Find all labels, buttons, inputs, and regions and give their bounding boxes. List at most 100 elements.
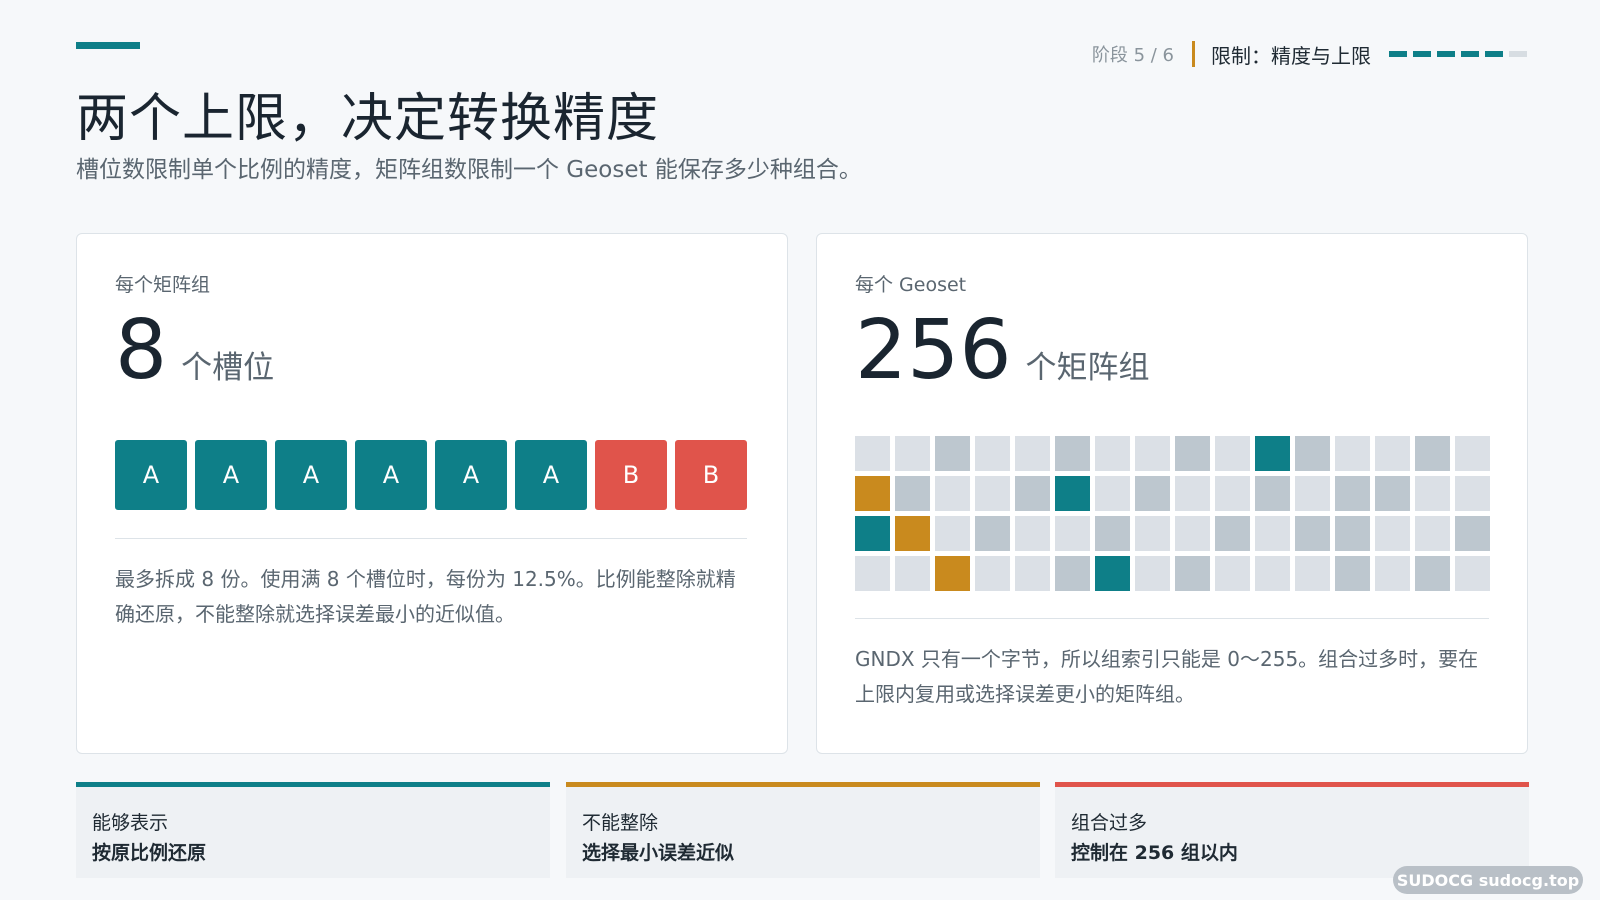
matrix-group-cell	[1415, 516, 1450, 551]
matrix-group-cell	[1255, 556, 1290, 591]
matrix-group-cell	[1055, 476, 1090, 511]
matrix-group-cell	[935, 476, 970, 511]
matrix-group-cell	[855, 516, 890, 551]
summary-key: 能够表示	[92, 812, 169, 834]
summary-key: 不能整除	[582, 812, 659, 834]
matrix-group-cell	[1335, 436, 1370, 471]
matrix-group-cell	[1295, 556, 1330, 591]
accent-bar	[76, 42, 140, 49]
slot-a: A	[115, 440, 187, 510]
matrix-group-cell	[895, 476, 930, 511]
matrix-group-cell	[935, 436, 970, 471]
matrix-group-cell	[1175, 556, 1210, 591]
matrix-group-cell	[1255, 516, 1290, 551]
summary-value: 按原比例还原	[92, 842, 207, 864]
divider	[115, 538, 747, 539]
matrix-group-cell	[1455, 516, 1490, 551]
watermark: SUDOCG sudocg.top	[1393, 866, 1583, 894]
page-subtitle: 槽位数限制单个比例的精度，矩阵组数限制一个 Geoset 能保存多少种组合。	[76, 157, 862, 183]
slot-a: A	[275, 440, 347, 510]
slots-description: 最多拆成 8 份。使用满 8 个槽位时，每份为 12.5%。比例能整除就精确还原…	[115, 567, 736, 626]
matrix-group-cell	[1015, 436, 1050, 471]
groups-count: 256 个矩阵组	[855, 310, 1150, 392]
summary-approx: 不能整除 选择最小误差近似	[566, 782, 1040, 878]
matrix-group-cell	[935, 556, 970, 591]
slots-card: 每个矩阵组 8 个槽位 AAAAAABB 最多拆成 8 份。使用满 8 个槽位时…	[76, 233, 788, 754]
progress-dashes	[1389, 51, 1527, 57]
matrix-group-cell	[1135, 476, 1170, 511]
matrix-group-cell	[1135, 436, 1170, 471]
matrix-group-cell	[1215, 476, 1250, 511]
summary-topline	[566, 782, 1040, 787]
matrix-group-cell	[1295, 476, 1330, 511]
slots-card-label: 每个矩阵组	[115, 274, 211, 296]
page-title: 两个上限，决定转换精度	[76, 89, 660, 149]
matrix-group-cell	[1055, 436, 1090, 471]
matrix-group-cell	[1215, 556, 1250, 591]
slot-b: B	[675, 440, 747, 510]
matrix-group-cell	[1255, 436, 1290, 471]
groups-card: 每个 Geoset 256 个矩阵组 GNDX 只有一个字节，所以组索引只能是 …	[816, 233, 1528, 754]
matrix-group-cell	[1175, 516, 1210, 551]
matrix-group-cell	[1335, 476, 1370, 511]
groups-card-label: 每个 Geoset	[855, 274, 967, 296]
matrix-group-cell	[1455, 476, 1490, 511]
matrix-group-cell	[1335, 516, 1370, 551]
progress-dash	[1485, 51, 1503, 57]
matrix-group-cell	[895, 556, 930, 591]
matrix-group-cell	[975, 516, 1010, 551]
matrix-group-cell	[935, 516, 970, 551]
matrix-group-cell	[1095, 436, 1130, 471]
summary-value: 控制在 256 组以内	[1071, 842, 1238, 864]
progress-dash	[1509, 51, 1527, 57]
slot-a: A	[515, 440, 587, 510]
matrix-group-cell	[1015, 556, 1050, 591]
matrix-group-cell	[1135, 516, 1170, 551]
summary-topline	[76, 782, 550, 787]
progress-dash	[1389, 51, 1407, 57]
stage-indicator: 阶段 5 / 6	[1091, 45, 1174, 66]
slots-number: 8	[115, 303, 168, 398]
stage-progress: 阶段 5 / 6 限制：精度与上限	[1092, 40, 1527, 68]
matrix-group-cell	[1375, 516, 1410, 551]
divider	[855, 618, 1489, 619]
matrix-group-cell	[1095, 556, 1130, 591]
matrix-group-cell	[975, 556, 1010, 591]
stage-separator	[1192, 41, 1195, 67]
matrix-group-cell	[895, 436, 930, 471]
matrix-group-cell	[1135, 556, 1170, 591]
matrix-group-cell	[1455, 556, 1490, 591]
matrix-group-cell	[1215, 516, 1250, 551]
progress-dash	[1413, 51, 1431, 57]
slot-row: AAAAAABB	[115, 440, 747, 510]
groups-unit: 个矩阵组	[1025, 350, 1150, 386]
matrix-group-cell	[1015, 516, 1050, 551]
progress-dash	[1461, 51, 1479, 57]
matrix-group-cell	[895, 516, 930, 551]
groups-description: GNDX 只有一个字节，所以组索引只能是 0～255。组合过多时，要在上限内复用…	[855, 647, 1479, 706]
groups-number: 256	[855, 303, 1012, 398]
matrix-group-cell	[1015, 476, 1050, 511]
slot-a: A	[355, 440, 427, 510]
matrix-group-cell	[1055, 556, 1090, 591]
slots-unit: 个槽位	[181, 350, 275, 386]
matrix-group-cell	[1215, 436, 1250, 471]
matrix-group-cell	[1375, 476, 1410, 511]
matrix-group-cell	[1295, 436, 1330, 471]
matrix-group-cell	[1415, 476, 1450, 511]
matrix-group-cell	[1255, 476, 1290, 511]
matrix-group-cell	[1415, 556, 1450, 591]
matrix-group-cell	[975, 476, 1010, 511]
progress-dash	[1437, 51, 1455, 57]
matrix-group-cell	[975, 436, 1010, 471]
slot-a: A	[435, 440, 507, 510]
slot-a: A	[195, 440, 267, 510]
matrix-group-cell	[1175, 476, 1210, 511]
stage-topic: 限制：精度与上限	[1211, 43, 1371, 68]
summary-exact: 能够表示 按原比例还原	[76, 782, 550, 878]
matrix-group-cell	[855, 476, 890, 511]
matrix-group-cell	[1055, 516, 1090, 551]
summary-topline	[1055, 782, 1529, 787]
matrix-group-cell	[855, 556, 890, 591]
summary-key: 组合过多	[1071, 812, 1148, 834]
